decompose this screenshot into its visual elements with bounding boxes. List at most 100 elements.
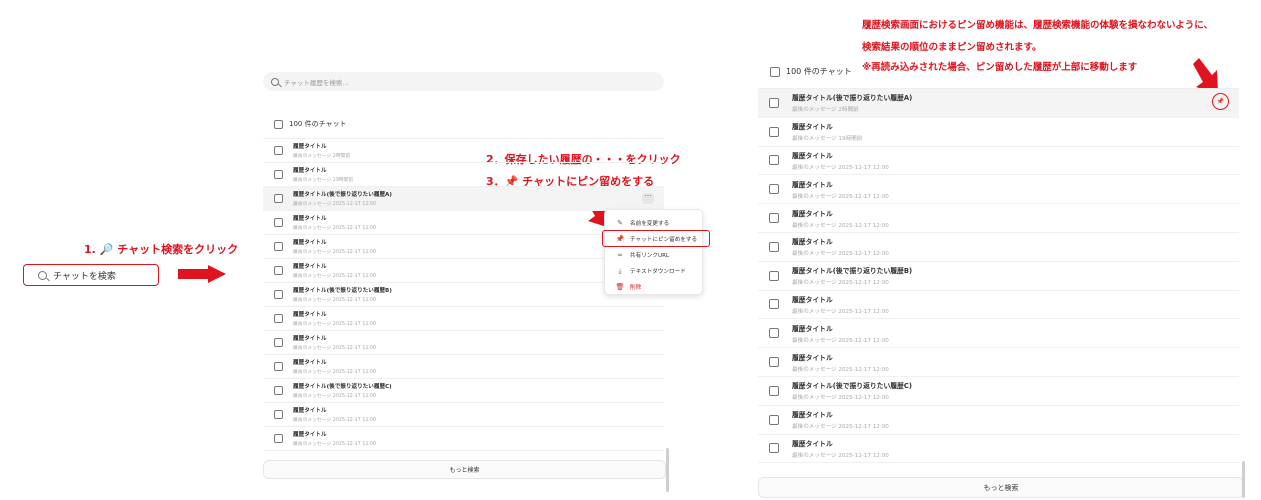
history-row[interactable]: 履歴タイトル 最後のメッセージ 2025-12-17 12:00	[758, 147, 1239, 176]
row-checkbox[interactable]	[274, 242, 283, 251]
row-subtitle: 最後のメッセージ 2025-12-17 12:00	[293, 370, 377, 375]
chat-count-label: 100 件のチャット	[289, 120, 347, 128]
row-subtitle: 最後のメッセージ 2025-12-17 12:00	[792, 193, 889, 200]
row-checkbox[interactable]	[274, 266, 283, 275]
row-subtitle: 最後のメッセージ 2025-12-17 12:00	[792, 452, 889, 459]
row-checkbox[interactable]	[274, 410, 283, 419]
search-icon	[38, 270, 47, 280]
row-title: 履歴タイトル	[293, 168, 327, 174]
pinned-indicator[interactable]: 📌	[1212, 93, 1229, 110]
history-row[interactable]: 履歴タイトル 最後のメッセージ 2時間前	[263, 139, 664, 163]
history-row[interactable]: 履歴タイトル最後のメッセージ 2025-12-17 12:00	[263, 331, 664, 355]
more-search-button[interactable]: もっと検索	[758, 477, 1244, 498]
history-row[interactable]: 履歴タイトル 最後のメッセージ 2025-12-17 12:00	[263, 355, 664, 379]
row-checkbox[interactable]	[769, 241, 779, 252]
row-title: 履歴タイトル(後で振り返りたい履歴C)	[792, 382, 912, 391]
history-row[interactable]: 履歴タイトル 最後のメッセージ 2025-12-17 12:00	[758, 435, 1239, 464]
row-checkbox[interactable]	[769, 414, 779, 425]
row-title: 履歴タイトル	[293, 336, 327, 342]
row-checkbox[interactable]	[769, 270, 779, 281]
row-checkbox[interactable]	[769, 328, 779, 339]
history-row[interactable]: 履歴タイトル 最後のメッセージ 2025-12-17 12:00	[758, 291, 1239, 320]
row-checkbox[interactable]	[769, 155, 779, 166]
history-row[interactable]: 履歴タイトル 最後のメッセージ 2025-12-17 12:00	[758, 319, 1239, 349]
row-subtitle: 最後のメッセージ 2025-12-17 12:00	[293, 202, 377, 207]
history-row[interactable]: 履歴タイトル(後で振り返りたい履歴B) 最後のメッセージ 2025-12-17 1…	[758, 262, 1239, 291]
row-subtitle: 最後のメッセージ 2025-12-17 12:00	[792, 424, 889, 431]
select-all-row[interactable]: 100 件のチャット	[274, 119, 347, 129]
row-subtitle: 最後のメッセージ 19時間前	[792, 136, 863, 143]
history-row[interactable]: 履歴タイトル 最後のメッセージ 2025-12-17 12:00	[758, 175, 1239, 205]
row-checkbox[interactable]	[274, 362, 283, 371]
history-row[interactable]: 履歴タイトル 最後のメッセージ 2025-12-17 12:00	[758, 233, 1239, 262]
row-title: 履歴タイトル(後で振り返りたい履歴B)	[792, 267, 913, 276]
menu-item-rename[interactable]: ✎ 名前を変更する	[605, 215, 702, 231]
row-title: 履歴タイトル	[792, 353, 833, 362]
row-title: 履歴タイトル	[293, 264, 327, 270]
menu-item-download[interactable]: ⤓ テキストダウンロード	[605, 263, 702, 279]
row-checkbox[interactable]	[769, 443, 779, 454]
history-row[interactable]: 履歴タイトル 最後のメッセージ 19時間前	[758, 118, 1239, 147]
more-search-button[interactable]: もっと検索	[263, 460, 666, 479]
row-subtitle: 最後のメッセージ 2025-12-17 12:00	[293, 250, 377, 255]
select-all-row[interactable]: 100 件のチャット	[770, 66, 852, 77]
row-checkbox[interactable]	[769, 357, 779, 368]
history-row[interactable]: 履歴タイトル 最後のメッセージ 2025-12-17 12:00	[758, 406, 1239, 435]
row-checkbox[interactable]	[769, 184, 779, 195]
select-all-checkbox[interactable]	[274, 119, 283, 129]
row-title: 履歴タイトル(後で振り返りたい履歴B)	[293, 288, 392, 294]
row-checkbox[interactable]	[274, 386, 283, 395]
scrollbar[interactable]	[1242, 461, 1245, 498]
row-title: 履歴タイトル(後で振り返りたい履歴A)	[293, 192, 392, 198]
history-row[interactable]: 履歴タイトル 最後のメッセージ 2025-12-17 12:00	[263, 427, 664, 451]
row-checkbox[interactable]	[769, 213, 779, 224]
row-checkbox[interactable]	[769, 299, 779, 310]
history-row[interactable]: 履歴タイトル 最後のメッセージ 2025-12-17 12:00	[758, 348, 1239, 377]
row-subtitle: 最後のメッセージ 2025-12-17 12:00	[792, 395, 889, 402]
menu-item-label: 削除	[630, 285, 642, 291]
row-subtitle: 最後のメッセージ 2025-12-17 12:00	[293, 322, 377, 327]
menu-item-label: 名前を変更する	[630, 221, 670, 227]
row-checkbox[interactable]	[274, 218, 283, 227]
row-title: 履歴タイトル	[792, 324, 833, 333]
row-subtitle: 最後のメッセージ 2025-12-17 12:00	[293, 442, 377, 447]
history-row[interactable]: 履歴タイトル(後で振り返りたい履歴C) 最後のメッセージ 2025-12-17 1…	[758, 377, 1239, 406]
menu-item-label: 共有リンクURL	[630, 253, 670, 259]
row-subtitle: 最後のメッセージ 2025-12-17 12:00	[293, 274, 377, 279]
history-row[interactable]: 履歴タイトル 最後のメッセージ 2025-12-17 12:00	[263, 403, 664, 427]
row-subtitle: 最後のメッセージ 2025-12-17 12:00	[792, 222, 889, 229]
more-options-button[interactable]: ···	[642, 193, 654, 204]
note-line-1: 履歴検索画面におけるピン留め機能は、履歴検索機能の体験を損なわないように、	[862, 20, 1214, 31]
history-row[interactable]: 履歴タイトル 最後のメッセージ 19時間前	[263, 163, 664, 187]
row-checkbox[interactable]	[274, 338, 283, 347]
chat-count-label: 100 件のチャット	[786, 67, 852, 76]
menu-item-label: テキストダウンロード	[630, 269, 686, 275]
select-all-checkbox[interactable]	[770, 66, 780, 77]
menu-item-delete[interactable]: 🗑 削除	[605, 279, 702, 295]
chat-search-button[interactable]: チャットを検索	[23, 264, 159, 286]
row-subtitle: 最後のメッセージ 2025-12-17 12:00	[293, 346, 377, 351]
history-search-placeholder: チャット履歴を検索...	[284, 78, 349, 87]
row-subtitle: 最後のメッセージ 2025-12-17 12:00	[792, 251, 889, 258]
row-checkbox[interactable]	[274, 194, 283, 203]
row-checkbox[interactable]	[274, 146, 283, 155]
history-row-target[interactable]: 履歴タイトル(後で振り返りたい履歴A) 最後のメッセージ 2025-12-17 1…	[263, 187, 664, 211]
menu-item-share-link[interactable]: ∞ 共有リンクURL	[605, 247, 702, 263]
scrollbar[interactable]	[666, 448, 669, 492]
pencil-icon: ✎	[617, 219, 623, 227]
row-checkbox[interactable]	[274, 314, 283, 323]
row-checkbox[interactable]	[274, 170, 283, 179]
row-checkbox[interactable]	[769, 385, 779, 396]
row-subtitle: 最後のメッセージ 2時間前	[792, 107, 859, 114]
history-row-pinned[interactable]: 履歴タイトル(後で振り返りたい履歴A) 最後のメッセージ 2時間前 📌	[758, 89, 1239, 118]
row-checkbox[interactable]	[274, 434, 283, 443]
row-checkbox[interactable]	[769, 126, 779, 137]
history-row[interactable]: 履歴タイトル(後で振り返りたい履歴C) 最後のメッセージ 2025-12-17 1…	[263, 379, 664, 403]
row-checkbox[interactable]	[274, 290, 283, 299]
row-subtitle: 最後のメッセージ 2025-12-17 12:00	[293, 298, 377, 303]
history-row[interactable]: 履歴タイトル 最後のメッセージ 2025-12-17 12:00	[263, 307, 664, 331]
row-title: 履歴タイトル	[792, 209, 833, 218]
row-checkbox[interactable]	[769, 97, 779, 108]
history-row[interactable]: 履歴タイトル最後のメッセージ 2025-12-17 12:00	[758, 204, 1239, 233]
history-search-input[interactable]: チャット履歴を検索...	[263, 72, 664, 91]
